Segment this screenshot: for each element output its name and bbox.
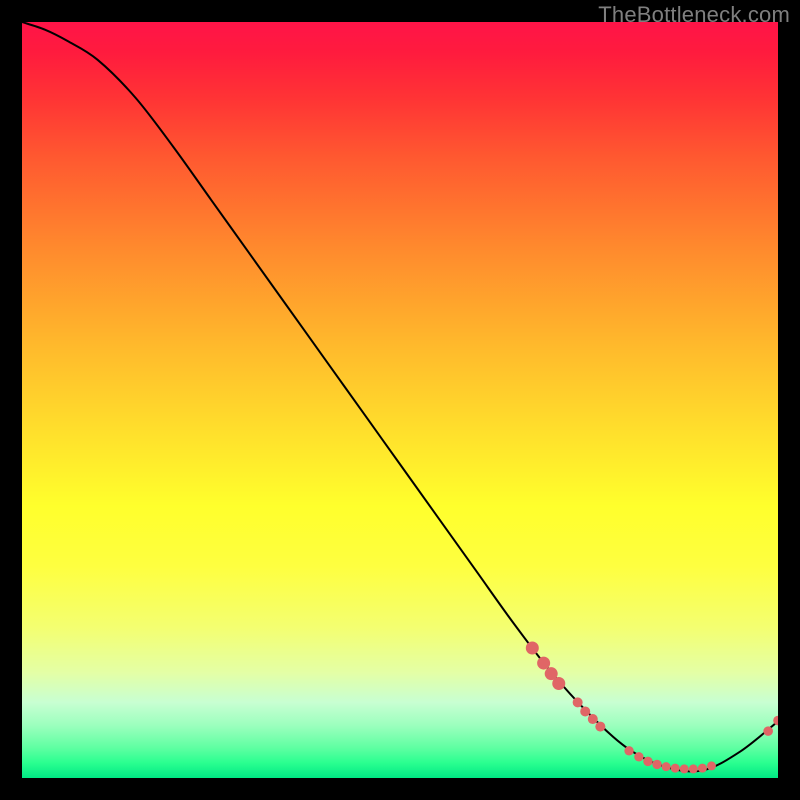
bottleneck-curve [22, 22, 778, 771]
marker-dot [588, 714, 598, 724]
marker-dot [763, 726, 773, 736]
marker-dot [595, 722, 605, 732]
marker-dot [537, 657, 550, 670]
marker-dot [643, 757, 652, 766]
marker-dot [526, 641, 539, 654]
marker-dot [698, 764, 707, 773]
marker-dot [680, 764, 689, 773]
marker-dot [634, 752, 643, 761]
marker-dot [580, 706, 590, 716]
marker-dot [689, 764, 698, 773]
marker-dot [707, 761, 716, 770]
marker-dot [552, 677, 565, 690]
marker-dot [671, 764, 680, 773]
chart-svg [22, 22, 778, 778]
marker-dot [652, 760, 661, 769]
marker-dot [624, 746, 633, 755]
watermark-text: TheBottleneck.com [598, 2, 790, 28]
marker-dot [573, 697, 583, 707]
marker-dot [662, 762, 671, 771]
marker-group [526, 641, 778, 773]
